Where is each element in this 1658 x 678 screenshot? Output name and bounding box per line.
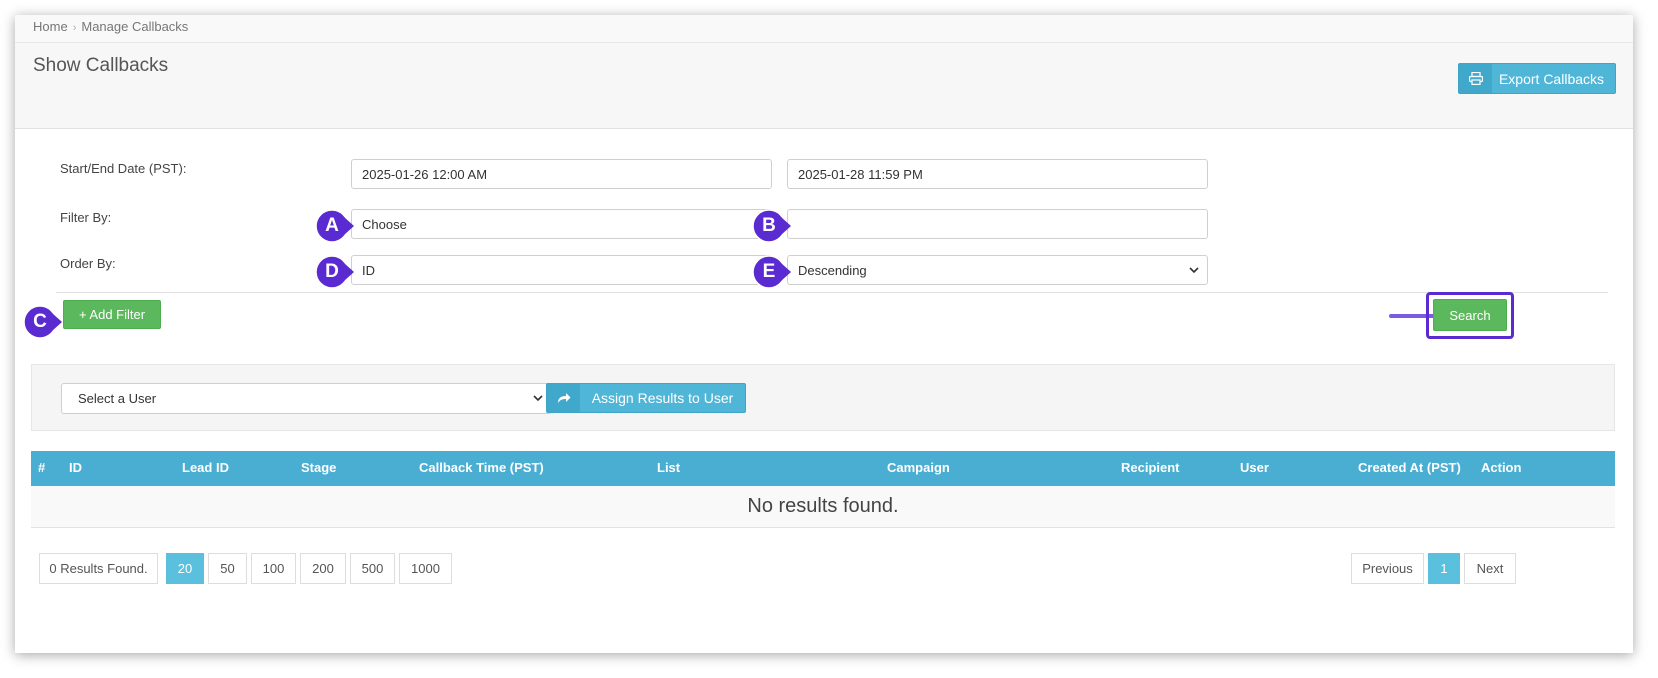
page-size-100[interactable]: 100 bbox=[251, 553, 296, 584]
column-header-stage[interactable]: Stage bbox=[301, 460, 336, 475]
marker-d: D bbox=[315, 255, 355, 289]
column-header-recipient[interactable]: Recipient bbox=[1121, 460, 1180, 475]
order-field-select[interactable]: ID bbox=[351, 255, 772, 285]
empty-results-row: No results found. bbox=[31, 486, 1615, 528]
page-size-1000[interactable]: 1000 bbox=[399, 553, 452, 584]
chevron-down-icon bbox=[533, 395, 543, 402]
column-header-created-at[interactable]: Created At (PST) bbox=[1358, 460, 1461, 475]
page-size-500[interactable]: 500 bbox=[350, 553, 395, 584]
filter-value-input[interactable] bbox=[787, 209, 1208, 239]
results-count: 0 Results Found. bbox=[39, 553, 158, 584]
page-1-button[interactable]: 1 bbox=[1428, 553, 1460, 584]
form-divider bbox=[56, 292, 1608, 293]
column-header-number[interactable]: # bbox=[38, 460, 45, 475]
assign-results-button[interactable]: Assign Results to User bbox=[546, 383, 746, 413]
filter-field-select[interactable]: Choose bbox=[351, 209, 772, 239]
page-size-50[interactable]: 50 bbox=[208, 553, 247, 584]
column-header-user[interactable]: User bbox=[1240, 460, 1269, 475]
start-date-input[interactable]: 2025-01-26 12:00 AM bbox=[351, 159, 772, 189]
order-by-label: Order By: bbox=[60, 256, 116, 271]
assign-results-label: Assign Results to User bbox=[591, 390, 734, 406]
order-direction-select[interactable]: Descending bbox=[787, 255, 1208, 285]
add-filter-button[interactable]: + Add Filter bbox=[63, 300, 161, 329]
search-button[interactable]: Search bbox=[1433, 299, 1507, 331]
breadcrumb: Home › Manage Callbacks bbox=[15, 15, 1633, 43]
breadcrumb-separator: › bbox=[72, 22, 77, 34]
filter-by-label: Filter By: bbox=[60, 210, 112, 225]
column-header-lead-id[interactable]: Lead ID bbox=[182, 460, 229, 475]
page-title: Show Callbacks bbox=[33, 55, 169, 76]
column-header-id[interactable]: ID bbox=[69, 460, 82, 475]
page-size-200[interactable]: 200 bbox=[300, 553, 346, 584]
page-header bbox=[15, 43, 1633, 129]
column-header-campaign[interactable]: Campaign bbox=[887, 460, 950, 475]
page-size-20[interactable]: 20 bbox=[166, 553, 204, 584]
chevron-down-icon bbox=[1189, 267, 1199, 274]
share-arrow-icon bbox=[547, 384, 580, 412]
column-header-action: Action bbox=[1481, 460, 1522, 475]
marker-b: B bbox=[752, 209, 792, 243]
export-callbacks-label: Export Callbacks bbox=[1498, 70, 1605, 87]
user-select-value: Select a User bbox=[78, 391, 157, 406]
marker-a: A bbox=[315, 209, 355, 243]
export-callbacks-button[interactable]: Export Callbacks bbox=[1458, 63, 1616, 94]
app-frame: Home › Manage Callbacks Show Callbacks Exp… bbox=[15, 15, 1633, 653]
order-direction-value: Descending bbox=[798, 262, 867, 278]
marker-c: C bbox=[23, 305, 63, 339]
table-header: # ID Lead ID Stage Callback Time (PST) L… bbox=[31, 451, 1615, 486]
next-page-button[interactable]: Next bbox=[1464, 553, 1516, 584]
date-range-label: Start/End Date (PST): bbox=[60, 161, 187, 176]
column-header-callback-time[interactable]: Callback Time (PST) bbox=[419, 460, 544, 475]
user-select[interactable]: Select a User bbox=[61, 383, 552, 414]
breadcrumb-home[interactable]: Home bbox=[33, 19, 68, 34]
printer-icon bbox=[1459, 64, 1492, 93]
column-header-list[interactable]: List bbox=[657, 460, 680, 475]
breadcrumb-current: Manage Callbacks bbox=[81, 19, 189, 34]
marker-e: E bbox=[752, 255, 792, 289]
previous-page-button[interactable]: Previous bbox=[1351, 553, 1424, 584]
end-date-input[interactable]: 2025-01-28 11:59 PM bbox=[787, 159, 1208, 189]
